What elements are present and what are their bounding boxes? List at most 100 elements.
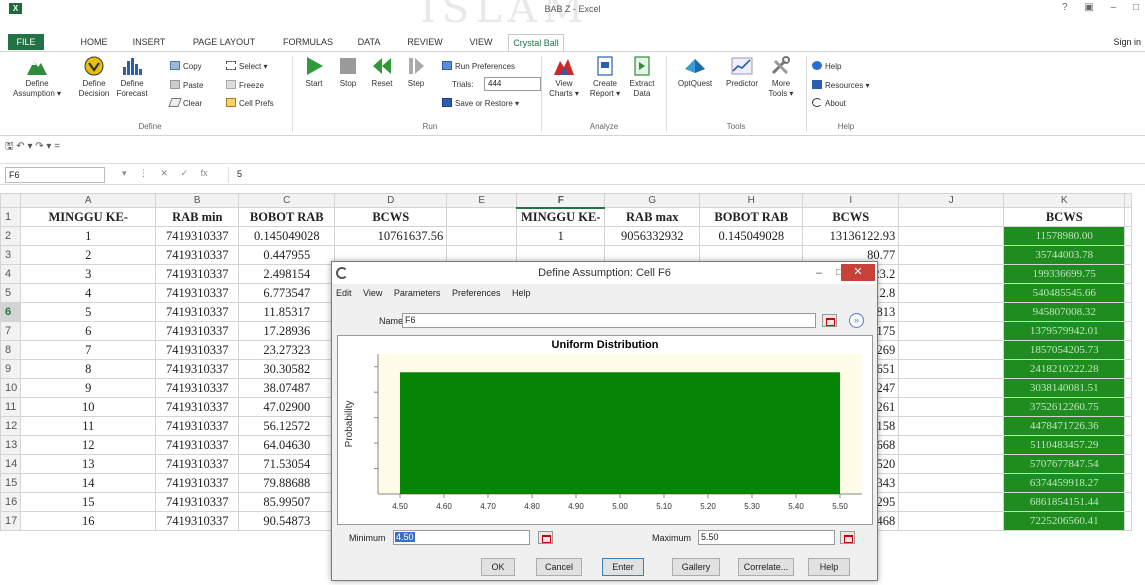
row-number[interactable]: 4 [0,264,22,284]
cell[interactable] [898,454,1005,474]
cell[interactable]: 7419310337 [155,359,240,379]
column-header-c[interactable]: C [238,193,336,208]
cell[interactable]: 47.02900 [238,397,336,417]
cell[interactable] [1124,454,1133,474]
more-tools-button[interactable]: More Tools ▾ [766,55,796,99]
cell[interactable] [898,226,1005,246]
cell[interactable]: 11 [20,416,157,436]
cell[interactable]: 7419310337 [155,302,240,322]
row-number[interactable]: 6 [0,302,22,322]
row-number[interactable]: 5 [0,283,22,303]
cell[interactable]: 64.04630 [238,435,336,455]
cell[interactable]: 540485545.66 [1003,283,1126,303]
column-header-a[interactable]: A [20,193,157,208]
clear-button[interactable]: Clear [168,98,202,109]
column-header-f[interactable]: F [516,193,606,209]
column-header-l[interactable] [1124,193,1133,208]
define-assumption-button[interactable]: Define Assumption ▾ [2,55,72,99]
predictor-button[interactable]: Predictor [720,55,764,89]
cell[interactable]: 7419310337 [155,511,240,531]
cell[interactable]: 1857054205.73 [1003,340,1126,360]
cell[interactable]: 945807008.32 [1003,302,1126,322]
cell[interactable]: 11.85317 [238,302,336,322]
cell[interactable]: 4 [20,283,157,303]
cell[interactable] [1124,435,1133,455]
cell[interactable] [1124,378,1133,398]
cell[interactable]: 79.88688 [238,473,336,493]
column-header-i[interactable]: I [802,193,900,208]
cell[interactable] [1124,226,1133,246]
run-preferences-button[interactable]: Run Preferences [442,61,515,72]
correlate-button[interactable]: Correlate... [738,558,794,576]
about-button[interactable]: About [812,98,846,109]
reset-button[interactable]: Reset [368,55,396,89]
help-button[interactable]: Help [812,61,841,72]
cell[interactable] [1124,473,1133,493]
cancel-button[interactable]: Cancel [536,558,582,576]
cell[interactable]: 0.447955 [238,245,336,265]
cell[interactable]: 9056332932 [604,226,701,246]
cell[interactable]: 10761637.56 [334,226,448,246]
close-icon[interactable]: ✕ [841,264,875,281]
tab-formulas[interactable]: FORMULAS [278,34,338,50]
cell[interactable]: 5 [20,302,157,322]
cell[interactable] [898,264,1005,284]
header-cell[interactable]: BOBOT RAB [238,207,336,227]
gallery-button[interactable]: Gallery [672,558,720,576]
cell[interactable]: 7419310337 [155,473,240,493]
cell[interactable]: 6 [20,321,157,341]
cell[interactable] [1124,416,1133,436]
column-header-j[interactable]: J [898,193,1005,208]
cell[interactable]: 13136122.93 [802,226,900,246]
cell[interactable]: 7419310337 [155,226,240,246]
start-button[interactable]: Start [300,55,328,89]
row-number[interactable]: 17 [0,511,22,531]
cell[interactable]: 5707677847.54 [1003,454,1126,474]
view-charts-button[interactable]: View Charts ▾ [546,55,582,99]
cell[interactable] [1124,359,1133,379]
cell[interactable] [898,359,1005,379]
define-decision-button[interactable]: Define Decision [76,55,112,99]
cell[interactable]: 7419310337 [155,397,240,417]
cell[interactable]: 3038140081.51 [1003,378,1126,398]
cell[interactable]: 199336699.75 [1003,264,1126,284]
cell[interactable] [898,416,1005,436]
row-number[interactable]: 3 [0,245,22,265]
cell[interactable]: 9 [20,378,157,398]
name-box[interactable]: F6 [5,167,105,183]
cell[interactable]: 7 [20,340,157,360]
maximum-input[interactable]: 5.50 [698,530,835,545]
cell[interactable] [898,245,1005,265]
extract-data-button[interactable]: Extract Data [626,55,658,99]
column-header-b[interactable]: B [155,193,240,208]
cell[interactable] [1124,302,1133,322]
cell[interactable] [1124,264,1133,284]
header-cell[interactable]: MINGGU KE- [20,207,157,227]
cell[interactable]: 17.28936 [238,321,336,341]
column-header-h[interactable]: H [699,193,804,208]
cell[interactable] [1124,245,1133,265]
window-controls[interactable]: ? ▣ – □ [1062,2,1139,13]
expand-icon[interactable]: » [849,313,864,328]
cell-reference-icon[interactable] [840,531,855,544]
cell[interactable]: 14 [20,473,157,493]
cell[interactable] [898,473,1005,493]
header-cell[interactable]: BOBOT RAB [699,207,804,227]
cell[interactable]: 0.145049028 [699,226,804,246]
cell[interactable]: 35744003.78 [1003,245,1126,265]
cell[interactable]: 7419310337 [155,378,240,398]
create-report-button[interactable]: Create Report ▾ [586,55,624,99]
cell[interactable]: 5110483457.29 [1003,435,1126,455]
cell[interactable]: 7419310337 [155,283,240,303]
cell[interactable] [1124,397,1133,417]
tab-crystal-ball[interactable]: Crystal Ball [508,34,564,51]
ok-button[interactable]: OK [481,558,515,576]
row-number[interactable]: 16 [0,492,22,512]
minimum-input[interactable]: 4.50 [393,530,530,545]
quick-access-icons[interactable]: 🖫 ↶ ▾ ↷ ▾ = [5,139,60,156]
row-number[interactable]: 9 [0,359,22,379]
cell[interactable] [1124,207,1133,227]
cell[interactable]: 3752612260.75 [1003,397,1126,417]
cell-reference-icon[interactable] [538,531,553,544]
row-number[interactable]: 12 [0,416,22,436]
